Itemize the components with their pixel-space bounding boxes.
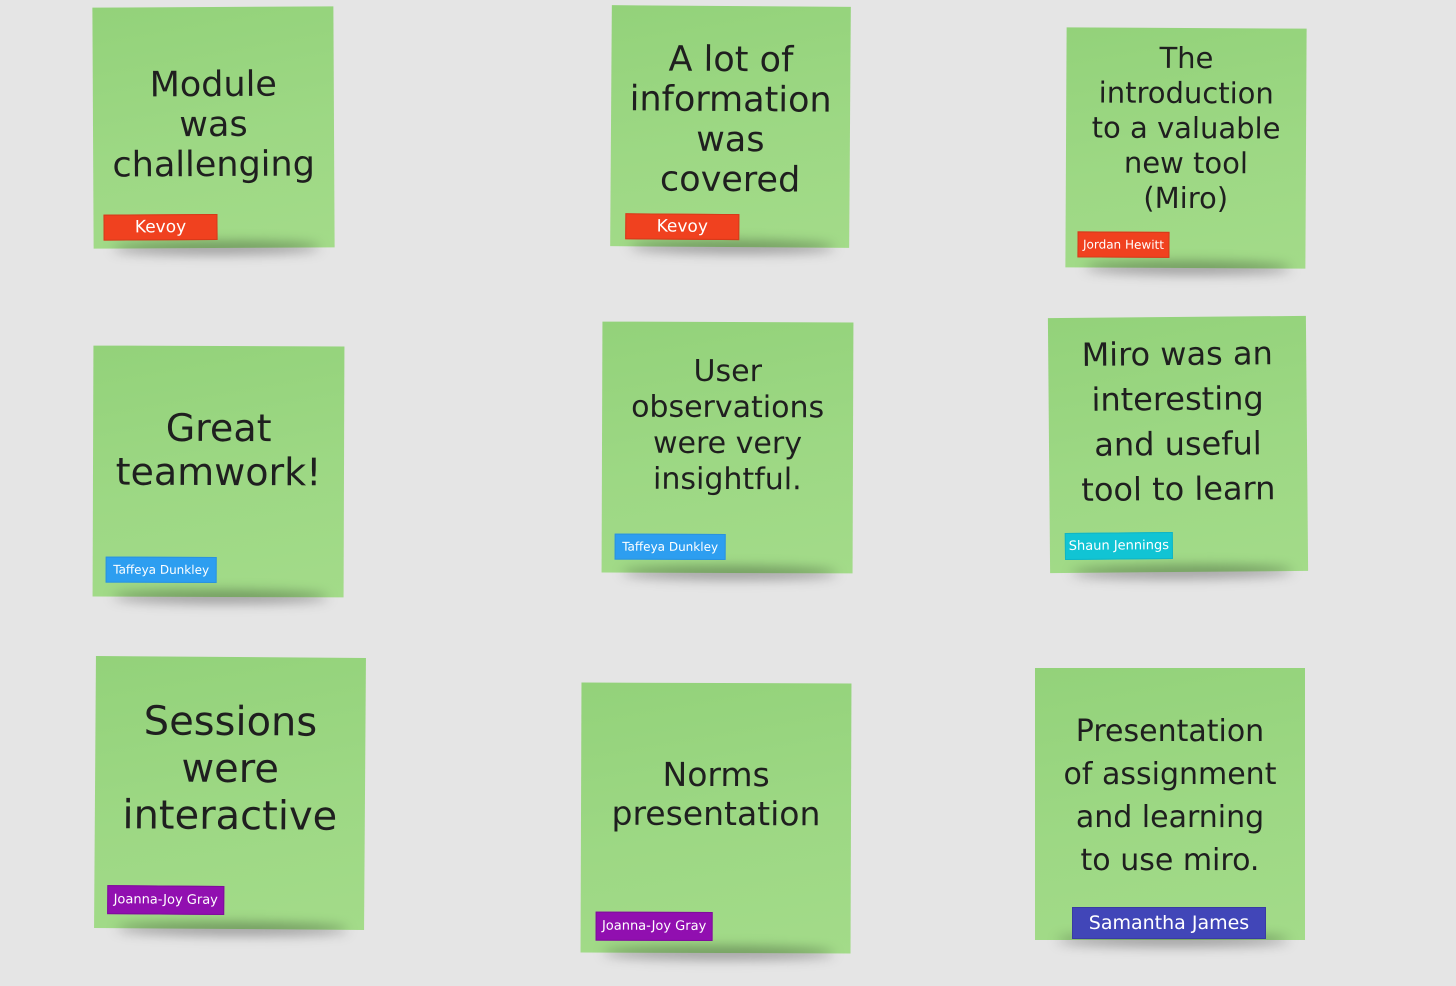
sticky-note[interactable]: Norms presentation Joanna-Joy Gray xyxy=(580,682,852,954)
author-tag: Joanna-Joy Gray xyxy=(107,885,225,915)
sticky-note[interactable]: User observations were very insightful. … xyxy=(601,321,854,574)
author-tag: Samantha James xyxy=(1072,907,1266,939)
sticky-note[interactable]: The introduction to a valuable new tool … xyxy=(1065,27,1307,269)
author-tag: Shaun Jennings xyxy=(1064,532,1173,560)
sticky-note[interactable]: Presentation of assignment and learning … xyxy=(1035,668,1305,940)
sticky-note-text: The introduction to a valuable new tool … xyxy=(1091,40,1281,216)
sticky-note[interactable]: Miro was an interesting and useful tool … xyxy=(1047,315,1309,574)
sticky-note-text: Miro was an interesting and useful tool … xyxy=(1081,334,1276,509)
sticky-note-text: Great teamwork! xyxy=(115,405,322,495)
sticky-note[interactable]: Great teamwork! Taffeya Dunkley xyxy=(92,345,345,598)
author-tag: Taffeya Dunkley xyxy=(614,533,726,560)
author-tag: Kevoy xyxy=(625,213,740,241)
sticky-note[interactable]: A lot of information was covered Kevoy xyxy=(610,5,851,248)
miro-board-canvas[interactable]: Module was challenging Kevoy A lot of in… xyxy=(0,0,1456,986)
author-tag: Taffeya Dunkley xyxy=(105,556,217,583)
sticky-note-text: Module was challenging xyxy=(112,64,315,186)
sticky-note-text: Sessions were interactive xyxy=(122,698,338,840)
sticky-note-text: Norms presentation xyxy=(611,754,821,834)
sticky-note[interactable]: Module was challenging Kevoy xyxy=(92,6,335,249)
author-tag: Kevoy xyxy=(103,213,218,241)
sticky-note-text: User observations were very insightful. xyxy=(631,353,825,498)
author-tag: Jordan Hewitt xyxy=(1077,231,1170,258)
sticky-note[interactable]: Sessions were interactive Joanna-Joy Gra… xyxy=(94,656,366,930)
author-tag: Joanna-Joy Gray xyxy=(595,911,713,941)
sticky-note-text: A lot of information was covered xyxy=(629,39,832,201)
sticky-note-text: Presentation of assignment and learning … xyxy=(1063,714,1277,878)
